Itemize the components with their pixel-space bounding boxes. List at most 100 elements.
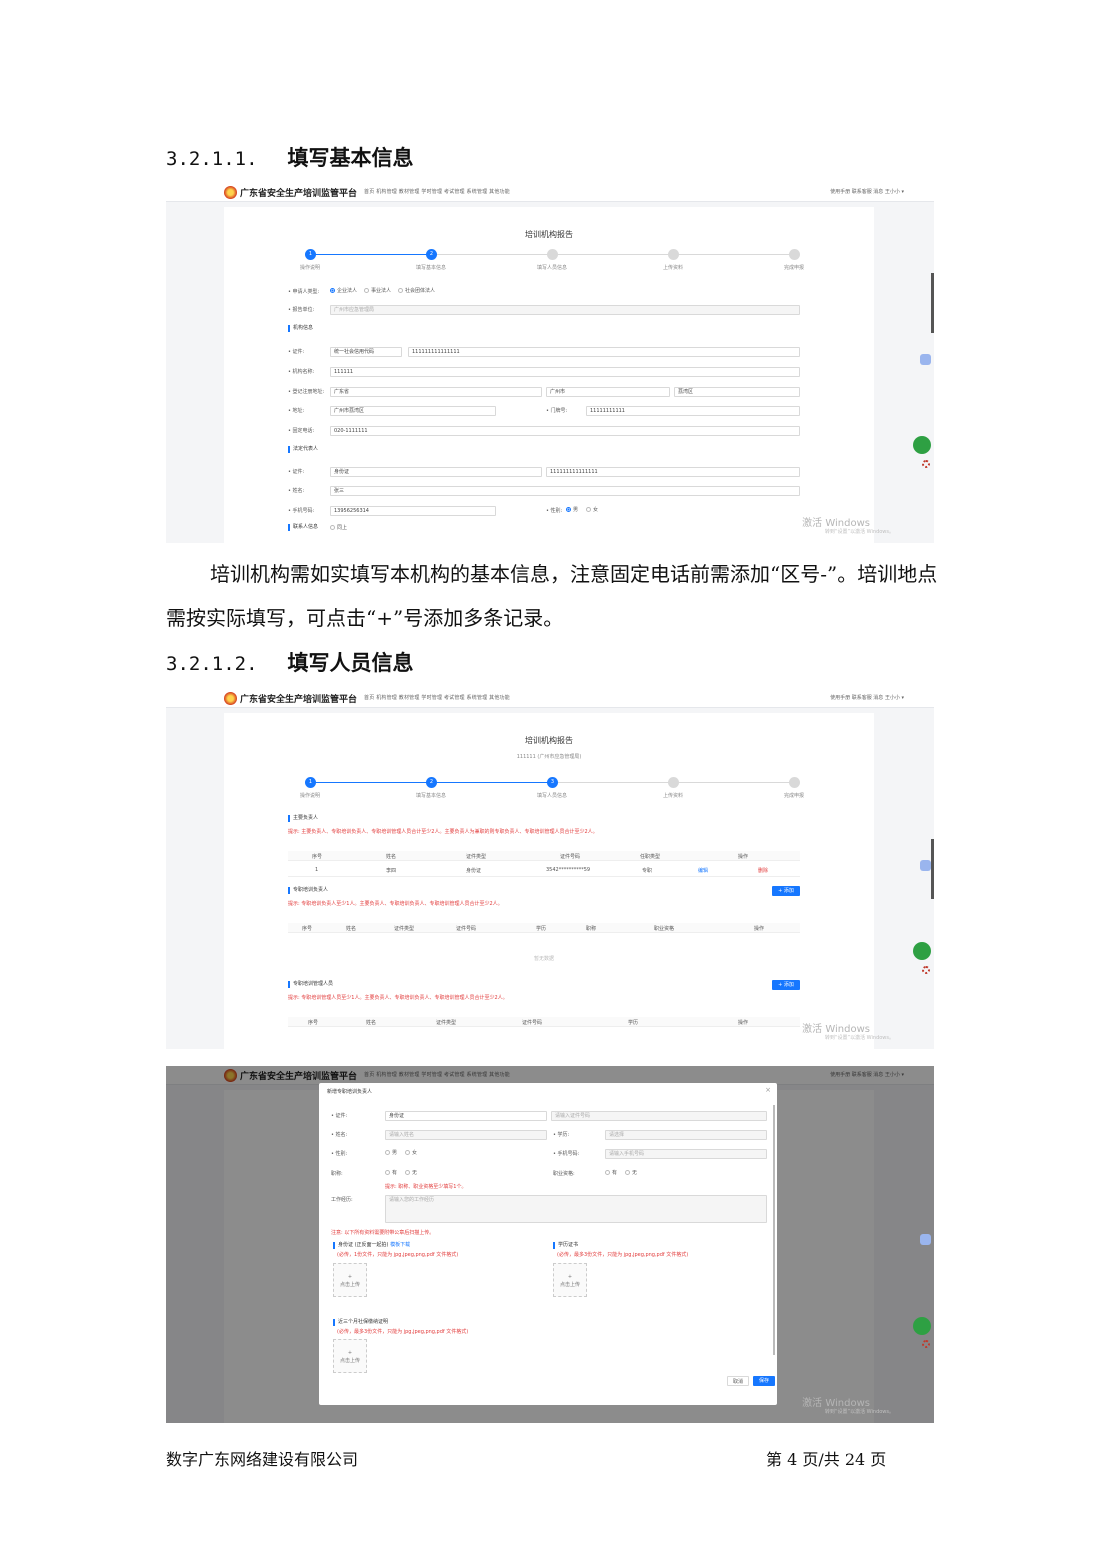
modal-qual-no[interactable]: 无 xyxy=(625,1169,637,1176)
legal-cert-no-input[interactable]: 111111111111111 xyxy=(546,467,800,477)
form-title: 培训机构报告 xyxy=(525,736,573,745)
address-input[interactable]: 广州市荔湾区 xyxy=(330,406,496,416)
modal-cert-type-select[interactable]: 身份证 xyxy=(385,1111,547,1121)
section-training-head: 专职培训负责人 xyxy=(288,887,328,894)
modal-title-no[interactable]: 无 xyxy=(405,1169,417,1176)
paragraph-basic-info: 培训机构需如实填写本机构的基本信息，注意固定电话前需添加“区号-”。培训地点需按… xyxy=(166,562,938,630)
upload-id-card-button[interactable]: + 点击上传 xyxy=(333,1263,367,1297)
step-dot-5 xyxy=(789,777,800,788)
tip-main: 提示: 主要负责人、专职培训负责人、专职培训管理人员合计至少2人。主要负责人为兼… xyxy=(288,829,598,835)
add-head-button[interactable]: + 添加 xyxy=(772,886,800,896)
staff-table-header: 序号 姓名 证件类型 证件号码 学历 操作 xyxy=(288,1017,800,1027)
province-select[interactable]: 广东省 xyxy=(330,387,542,397)
house-no-input[interactable]: 11111111111 xyxy=(586,406,800,416)
step-label: 填写基本信息 xyxy=(415,793,446,799)
side-tool-icon[interactable] xyxy=(920,1234,931,1245)
step-line xyxy=(431,254,794,255)
save-button[interactable]: 保存 xyxy=(753,1376,775,1386)
add-head-modal: 新增专职培训负责人 × • 证件: 身份证 请输入证件号码 • 姓名: 请输入姓… xyxy=(319,1083,777,1405)
top-nav[interactable]: 首页 机构管理 教材管理 学时管理 考试管理 系统管理 其他功能 xyxy=(364,694,510,701)
mobile-row: • 手机号码: 13956256314 • 性别: 男 女 xyxy=(288,506,599,516)
modal-mobile-input[interactable]: 请输入手机号码 xyxy=(605,1149,767,1159)
modal-name-input[interactable]: 请输入姓名 xyxy=(385,1130,547,1140)
modal-title-yes[interactable]: 有 xyxy=(385,1169,397,1176)
step-label: 上传资料 xyxy=(662,265,683,271)
step-dot-1: 1 xyxy=(305,777,316,788)
windows-watermark: 激活 Windows xyxy=(802,1398,870,1409)
modal-qual-yes[interactable]: 有 xyxy=(605,1169,617,1176)
modal-radio-male[interactable]: 男 xyxy=(385,1149,397,1156)
org-name-row: • 机构名称: 111111 xyxy=(288,367,800,377)
stepper: 1 2 3 操作说明 填写基本信息 填写人员信息 上传资料 完成申报 xyxy=(300,777,804,807)
settings-icon[interactable] xyxy=(922,460,930,468)
form-title: 培训机构报告 xyxy=(525,230,573,239)
step-dot-1: 1 xyxy=(305,249,316,260)
city-select[interactable]: 广州市 xyxy=(546,387,670,397)
app-topbar: 广东省安全生产培训监管平台 首页 机构管理 教材管理 学时管理 考试管理 系统管… xyxy=(166,689,934,708)
radio-public[interactable]: 事业法人 xyxy=(364,287,391,294)
org-name-input[interactable]: 111111 xyxy=(330,367,800,377)
top-nav[interactable]: 首页 机构管理 教材管理 学时管理 考试管理 系统管理 其他功能 xyxy=(364,188,510,195)
upload-degree-label: 学历证书 xyxy=(553,1242,578,1249)
mobile-input[interactable]: 13956256314 xyxy=(330,506,496,516)
section-heading-3-2-1-2: 3.2.1.2. 填写人员信息 xyxy=(166,650,414,675)
side-tool-icon[interactable] xyxy=(920,860,931,871)
legal-name-input[interactable]: 张三 xyxy=(330,486,800,496)
radio-female[interactable]: 女 xyxy=(586,506,598,513)
cert-no-input[interactable]: 111111111111111 xyxy=(408,347,800,357)
table-row: 1 李四 身份证 3542**********59 专职 编辑 删除 xyxy=(288,865,800,877)
step-dot-2: 2 xyxy=(426,249,437,260)
add-staff-button[interactable]: + 添加 xyxy=(772,980,800,990)
radio-society[interactable]: 社会团体法人 xyxy=(398,287,435,294)
contact-row: 联系人信息 同上 xyxy=(288,524,800,534)
radio-male[interactable]: 男 xyxy=(566,506,578,513)
phone-input[interactable]: 020-1111111 xyxy=(330,426,800,436)
step-label: 操作说明 xyxy=(299,265,320,271)
close-icon[interactable]: × xyxy=(765,1086,771,1094)
modal-resume-textarea[interactable]: 请输入您的工作经历 xyxy=(385,1195,767,1223)
modal-cert-no-input[interactable]: 请输入证件号码 xyxy=(551,1111,767,1121)
modal-edu-select[interactable]: 请选择 xyxy=(605,1130,767,1140)
checkbox-same[interactable]: 同上 xyxy=(330,524,347,531)
cert-type-select[interactable]: 统一社会信用代码 xyxy=(330,347,402,357)
legal-cert-type-select[interactable]: 身份证 xyxy=(330,467,542,477)
step-dot-4 xyxy=(668,249,679,260)
edit-link[interactable]: 编辑 xyxy=(698,867,708,874)
unit-select[interactable]: 广州市应急管理局 xyxy=(330,305,800,315)
footer-page: 第 4 页/共 24 页 xyxy=(766,1450,887,1469)
upload-social-button[interactable]: + 点击上传 xyxy=(333,1339,367,1373)
app-topbar: 广东省安全生产培训监管平台 首页 机构管理 教材管理 学时管理 考试管理 系统管… xyxy=(166,183,934,202)
settings-icon[interactable] xyxy=(922,1340,930,1348)
tip-head: 提示: 专职培训负责人至少1人。主要负责人、专职培训负责人、专职培训管理人员合计… xyxy=(288,901,503,907)
step-dot-2: 2 xyxy=(426,777,437,788)
upload-degree-button[interactable]: + 点击上传 xyxy=(553,1263,587,1297)
delete-link[interactable]: 删除 xyxy=(758,867,768,874)
step-dot-5 xyxy=(789,249,800,260)
assistant-icon[interactable] xyxy=(913,942,931,960)
assistant-icon[interactable] xyxy=(913,1317,931,1335)
cancel-button[interactable]: 取消 xyxy=(727,1376,749,1386)
windows-watermark-sub: 转到“设置”以激活 Windows。 xyxy=(824,1409,894,1415)
settings-icon[interactable] xyxy=(922,966,930,974)
district-select[interactable]: 荔湾区 xyxy=(674,387,800,397)
side-tool-icon[interactable] xyxy=(920,354,931,365)
main-table-header: 序号 姓名 证件类型 证件号码 任职类型 操作 xyxy=(288,851,800,861)
step-label: 填写基本信息 xyxy=(415,265,446,271)
section-training-staff: 专职培训管理人员 xyxy=(288,981,333,988)
degree-hint: (必传，最多3份文件，只能为 jpg,jpeg,png,pdf 文件格式) xyxy=(557,1252,689,1258)
upload-social-label: 近三个月社保缴纳证明 xyxy=(333,1319,388,1326)
scrollbar[interactable] xyxy=(931,839,934,899)
template-download-link[interactable]: 模板下载 xyxy=(390,1242,410,1248)
upload-id-card-label: 身份证 (正反面一起拍) 模板下载 xyxy=(333,1242,410,1249)
legal-name-row: • 姓名: 张三 xyxy=(288,486,800,496)
scrollbar[interactable] xyxy=(931,273,934,333)
step-dot-3 xyxy=(547,249,558,260)
windows-watermark: 激活 Windows xyxy=(802,1024,870,1035)
top-right-menu[interactable]: 使用手册 联系客服 消息 王小小 ▾ xyxy=(830,694,904,701)
assistant-icon[interactable] xyxy=(913,436,931,454)
radio-corp[interactable]: 企业法人 xyxy=(330,287,357,294)
modal-radio-female[interactable]: 女 xyxy=(405,1149,417,1156)
unit-row: • 报告单位: 广州市应急管理局 xyxy=(288,305,800,315)
top-right-menu[interactable]: 使用手册 联系客服 消息 王小小 ▾ xyxy=(830,188,904,195)
modal-scrollbar[interactable] xyxy=(773,1105,775,1355)
